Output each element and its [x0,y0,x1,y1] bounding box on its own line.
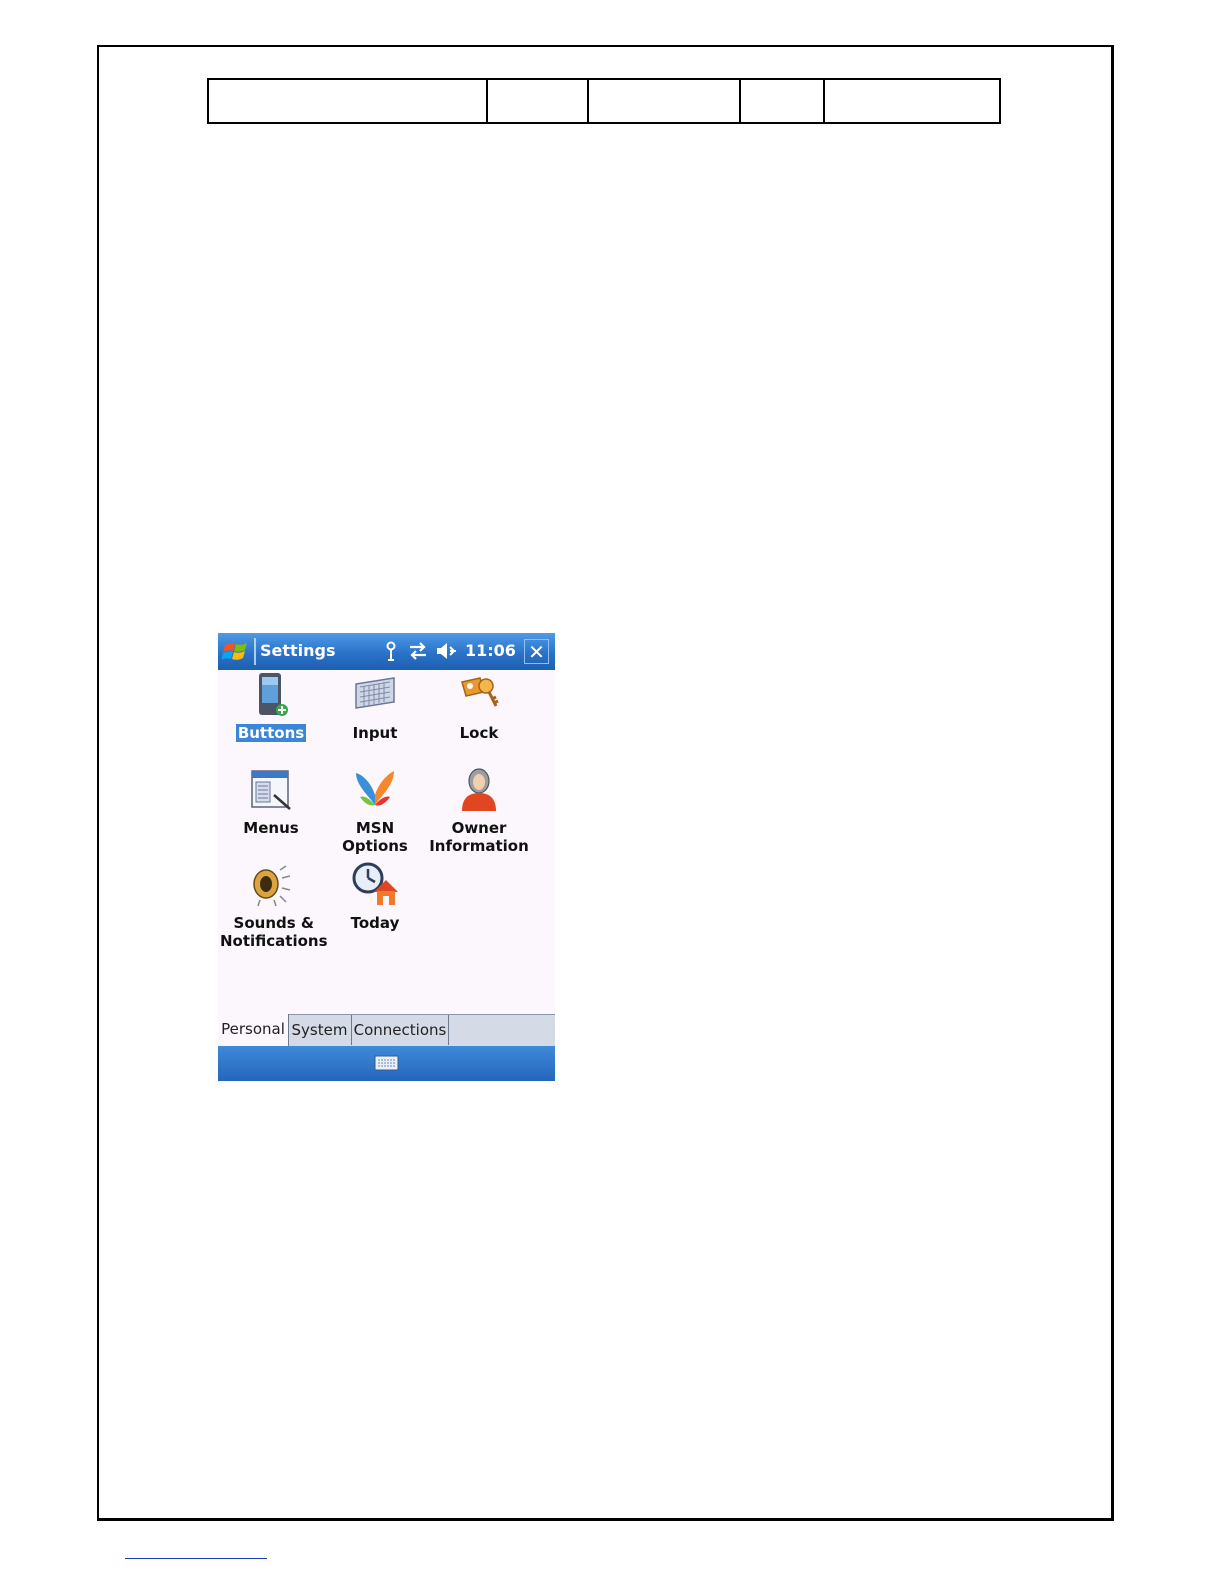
item-label: MSN Options [342,819,408,855]
close-button[interactable]: ✕ [524,639,549,664]
item-label: Owner Information [427,819,531,855]
item-label: Menus [243,819,299,837]
owner-person-icon [462,768,496,811]
item-label-line1: Sounds & [233,914,314,932]
header-cell [823,78,1001,124]
msn-butterfly-icon [356,771,394,806]
tab-connections[interactable]: Connections [352,1015,449,1045]
speaker-muted-icon[interactable] [435,640,457,662]
header-cell [587,78,741,124]
title-separator [254,638,256,665]
item-label-line1: Owner [451,819,507,837]
settings-item-today[interactable]: Today [322,860,428,932]
footer-link-underline [125,1558,267,1559]
item-label: Sounds & Notifications [218,914,330,950]
menu-bar [218,1046,555,1081]
item-label-line2: Notifications [220,932,328,950]
pda-button-icon [259,673,288,716]
tab-personal[interactable]: Personal [218,1014,289,1046]
settings-item-input[interactable]: Input [322,670,428,742]
pda-settings-screenshot: Settings 11:06 ✕ Buttons Input Lock Menu… [218,633,555,1081]
tab-system[interactable]: System [288,1015,352,1045]
key-lock-icon [461,677,499,707]
tab-strip: Personal System Connections [218,1014,555,1047]
settings-item-buttons[interactable]: Buttons [218,670,324,742]
item-label: Today [350,914,400,932]
settings-item-sounds-notifications[interactable]: Sounds & Notifications [218,860,328,950]
connectivity-arrows-icon[interactable] [407,640,429,662]
header-cell [486,78,589,124]
keyboard-icon [355,677,395,709]
clock-house-icon [352,862,398,905]
settings-item-lock[interactable]: Lock [426,670,532,742]
keyboard-sip-icon[interactable] [374,1053,399,1073]
item-label: Buttons [235,724,307,742]
settings-item-menus[interactable]: Menus [218,765,324,837]
settings-item-msn-options[interactable]: MSN Options [322,765,428,855]
windows-start-icon[interactable] [222,638,250,666]
header-table [207,78,1001,124]
settings-icon-grid: Buttons Input Lock Menus MSN Options Own… [218,670,555,1010]
window-title: Settings [260,641,336,660]
header-cell [739,78,825,124]
title-bar: Settings 11:06 ✕ [218,633,555,670]
antenna-icon[interactable] [380,640,402,662]
clock[interactable]: 11:06 [465,641,516,660]
item-label: Input [352,724,398,742]
header-cell [207,78,488,124]
item-label: Lock [459,724,499,742]
menus-window-icon [251,770,291,810]
speaker-icon [253,865,291,907]
settings-item-owner-information[interactable]: Owner Information [426,765,532,855]
item-label-line2: Information [429,837,529,855]
